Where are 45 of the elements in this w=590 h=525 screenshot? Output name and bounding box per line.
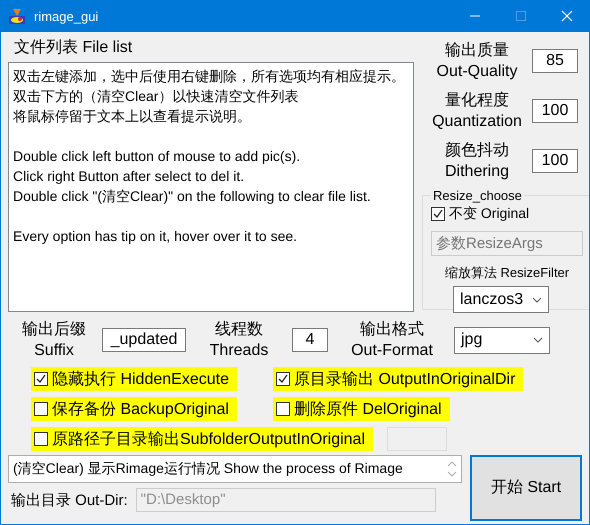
out-dir-label: 输出目录 Out-Dir: <box>11 490 128 510</box>
status-text[interactable]: (清空Clear) 显示Rimage运行情况 Show the process of Rimage <box>13 460 403 478</box>
suffix-label: 输出后缀 <box>22 320 86 340</box>
list-text: Click right Button after select to del it. <box>13 167 246 186</box>
threads-field[interactable]: 4 <box>292 328 328 352</box>
suffix-field[interactable]: _updated <box>102 328 186 352</box>
setting-label: 量化程度 <box>445 90 509 111</box>
list-text: Double click left button of mouse to add pic(s). <box>13 147 302 166</box>
setting-label: Out-Quality <box>436 62 518 82</box>
dropdown[interactable]: lanczos3 <box>453 286 549 313</box>
filter-label: 缩放算法 ResizeFilter <box>444 265 570 280</box>
list-text: Every option has tip on it, hover over it to see. <box>13 227 298 246</box>
list-text: 双击下方的（清空Clear）以快速清空文件列表 <box>13 87 300 106</box>
list-text: 将鼠标停留于文本上以查看提示说明。 <box>13 107 252 126</box>
number-field[interactable]: 85 <box>532 49 578 73</box>
threads-label: 线程数 <box>215 320 263 340</box>
checked-checkbox[interactable] <box>34 372 48 386</box>
file-list[interactable] <box>8 62 414 312</box>
number-field[interactable]: 100 <box>532 149 578 173</box>
setting-label: Dithering <box>444 162 510 182</box>
suffix-label: Suffix <box>34 341 74 361</box>
checkbox-label[interactable]: 不变 Original <box>449 205 530 223</box>
list-text: Double click "(清空Clear)" on the following to clear file list. <box>13 187 372 206</box>
setting-label: 输出质量 <box>445 40 509 61</box>
list-text: 双击左键添加，选中后使用右键删除，所有选项均有相应提示。 <box>13 67 406 86</box>
setting-label: Quantization <box>432 112 522 132</box>
threads-label: Threads <box>210 341 268 361</box>
start-button[interactable]: 开始 Start <box>470 455 582 521</box>
setting-label: 颜色抖动 <box>445 140 509 161</box>
format-label: Out-Format <box>351 341 433 361</box>
app-icon <box>8 7 26 25</box>
checkbox[interactable] <box>276 402 290 416</box>
checked-checkbox[interactable] <box>276 372 290 386</box>
close-icon[interactable] <box>561 10 573 22</box>
number-field[interactable]: 100 <box>532 99 578 123</box>
format-label: 输出格式 <box>360 320 424 340</box>
chevron-down-icon <box>532 296 542 302</box>
window-title: rimage_gui <box>34 8 100 24</box>
checkbox[interactable] <box>34 432 48 446</box>
dropdown[interactable]: jpg <box>454 326 550 354</box>
file-list-title: 文件列表 File list <box>13 38 132 58</box>
checked-checkbox[interactable] <box>431 207 445 221</box>
checkbox[interactable] <box>34 402 48 416</box>
group-title: Resize_choose <box>432 188 523 203</box>
chevron-down-icon <box>533 337 543 343</box>
